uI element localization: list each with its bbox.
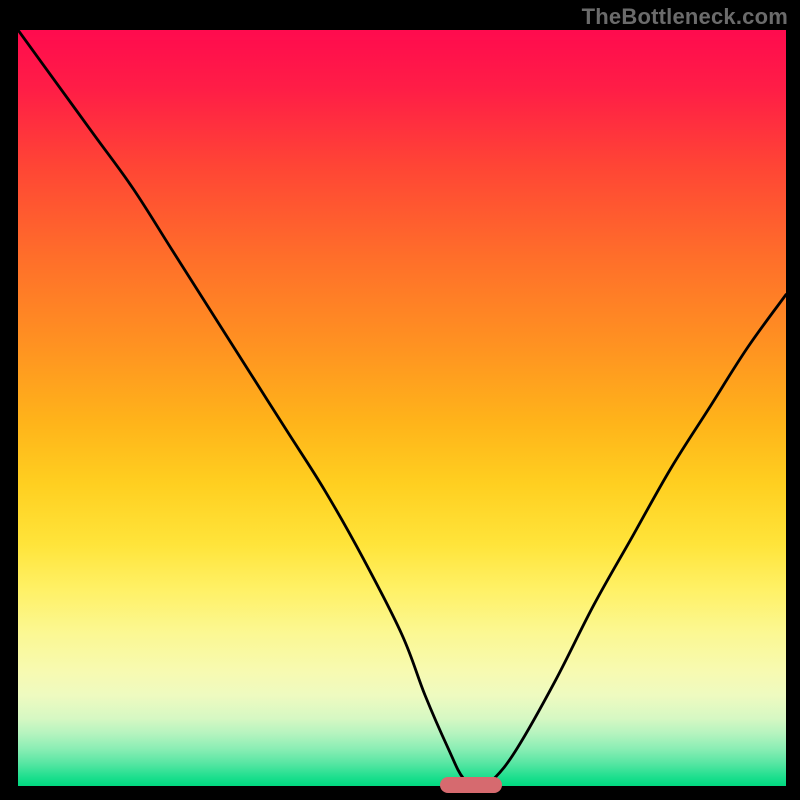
plot-area xyxy=(18,30,786,786)
watermark-text: TheBottleneck.com xyxy=(582,4,788,30)
gradient-background xyxy=(18,30,786,786)
bottleneck-minimum-marker xyxy=(440,777,501,793)
chart-frame: TheBottleneck.com xyxy=(0,0,800,800)
